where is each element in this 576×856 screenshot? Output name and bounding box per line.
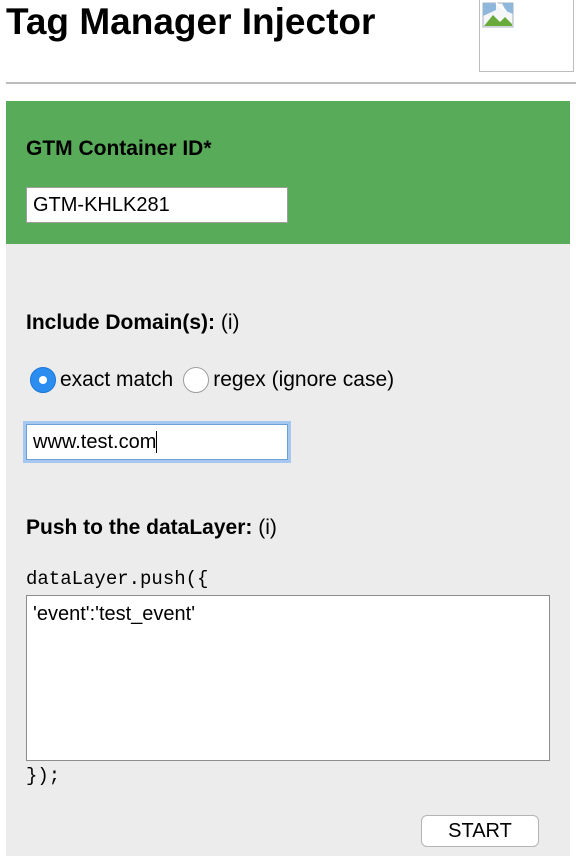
start-button[interactable]: START [421,815,539,847]
push-datalayer-text: Push to the dataLayer: [26,516,253,539]
broken-image-icon [482,2,514,28]
domain-input-value: www.test.com [33,430,157,453]
datalayer-suffix: }); [26,765,61,787]
regex-label[interactable]: regex (ignore case) [213,368,394,392]
gtm-container-input[interactable] [26,187,288,223]
datalayer-prefix: dataLayer.push({ [26,568,209,590]
datalayer-textarea-content: 'event':'test_event' [33,603,196,625]
regex-radio[interactable] [183,367,210,393]
logo [479,0,574,72]
include-domains-info[interactable]: (i) [221,311,240,334]
exact-match-label[interactable]: exact match [60,368,173,392]
domain-input[interactable]: www.test.com [26,424,288,460]
datalayer-textarea[interactable]: 'event':'test_event' [26,595,550,761]
include-domains-text: Include Domain(s): [26,311,216,334]
match-type-radio-group: exact match regex (ignore case) [30,364,404,396]
header-divider [6,82,576,84]
exact-match-radio[interactable] [30,367,56,393]
push-datalayer-info[interactable]: (i) [258,516,277,539]
include-domains-label: Include Domain(s): (i) [26,310,240,336]
gtm-container-label: GTM Container ID* [26,137,212,160]
page-title: Tag Manager Injector [6,1,376,42]
push-datalayer-label: Push to the dataLayer: (i) [26,515,277,541]
text-cursor [156,431,158,453]
header: Tag Manager Injector [0,0,576,84]
